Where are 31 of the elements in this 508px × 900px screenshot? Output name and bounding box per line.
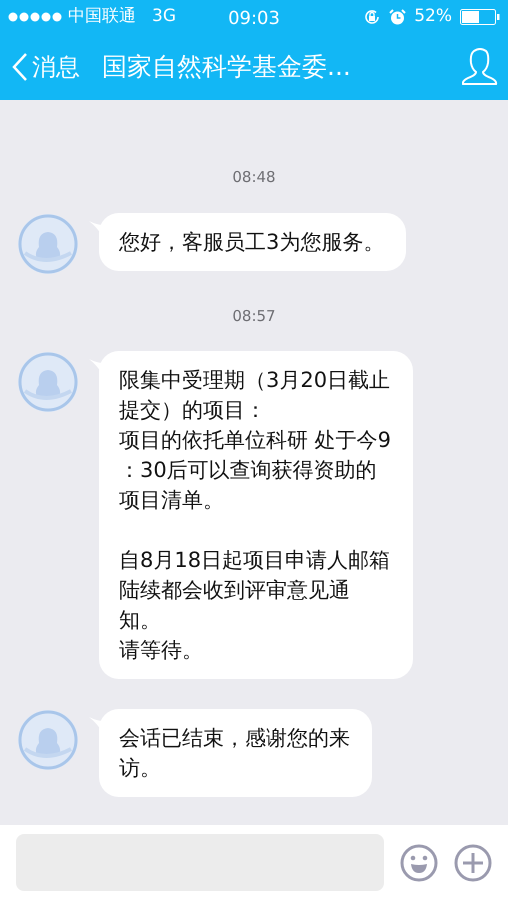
timestamp: 08:48 <box>231 167 277 188</box>
carrier-name: 中国联通 <box>68 5 136 28</box>
message-line: 知。 <box>119 607 162 634</box>
battery-icon <box>460 9 500 25</box>
message-line: 陆续都会收到评审意见通 <box>119 577 351 604</box>
back-icon <box>12 52 28 82</box>
signal-icon <box>8 12 64 22</box>
message-line: 项目清单。 <box>119 487 225 514</box>
timestamp: 08:57 <box>231 306 277 326</box>
profile-icon[interactable] <box>462 47 498 87</box>
status-time: 09:03 <box>228 7 280 31</box>
message-line: 自8月18日起项目申请人邮箱 <box>119 547 392 574</box>
message-line: 您好，客服员工3为您服务。 <box>119 228 384 256</box>
message-line: 请等待。 <box>119 637 204 664</box>
rotation-lock-icon <box>363 8 382 26</box>
avatar-icon[interactable] <box>17 351 79 413</box>
alarm-icon <box>389 8 406 26</box>
message-line: 项目的依托单位科研 处于今9 <box>119 427 392 454</box>
message-line: ：30后可以查询获得资助的 <box>119 457 378 484</box>
chat-title: 国家自然科学基金委... <box>102 51 351 84</box>
message-line: 访。 <box>119 755 162 782</box>
message-line: 提交）的项目： <box>119 397 267 424</box>
emoji-icon[interactable] <box>400 844 438 882</box>
avatar-icon[interactable] <box>17 709 79 771</box>
message-line: 限集中受理期（3月20日截止 <box>119 367 392 394</box>
network-type: 3G <box>152 5 176 28</box>
add-icon[interactable] <box>454 844 492 882</box>
back-button[interactable]: 消息 <box>12 49 80 85</box>
message-line: 会话已结束，感谢您的来 <box>119 725 350 752</box>
battery-percent: 52% <box>414 5 452 28</box>
avatar-icon[interactable] <box>17 212 79 274</box>
